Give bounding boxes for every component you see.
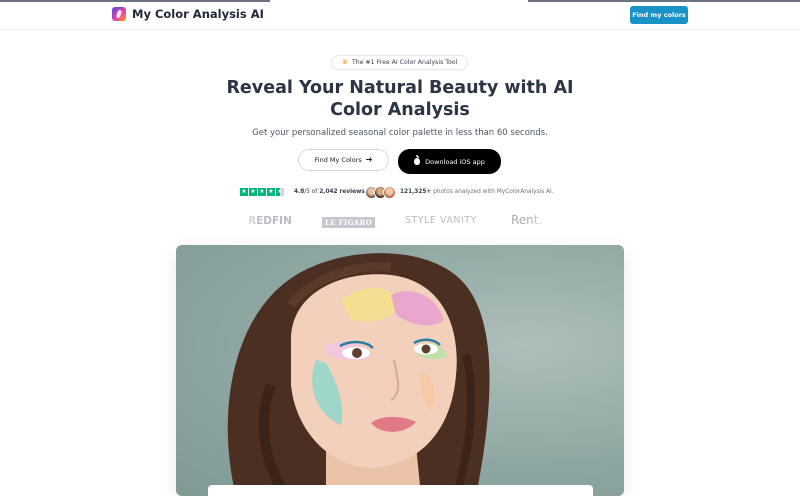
rating-suffix: /5 of: [304, 189, 318, 195]
top-tool-badge: ♛ The #1 Free AI Color Analysis Tool: [331, 55, 468, 70]
top-navigation: My Color Analysis AI Find my colors: [0, 0, 800, 30]
brand[interactable]: My Color Analysis AI: [112, 7, 264, 21]
crown-icon: ♛: [341, 58, 348, 66]
download-ios-app-button[interactable]: Download iOS app: [398, 149, 501, 174]
top-accent-line: [0, 0, 270, 2]
rating-value: 4.8: [294, 189, 305, 195]
subtitle: Get your personalized seasonal color pal…: [252, 128, 548, 138]
press-logo-le-figaro: LE FIGARO: [322, 217, 375, 228]
logo-fade-left: [240, 210, 260, 234]
photos-count: 121,325+: [400, 189, 432, 195]
star-icon: ★: [240, 188, 248, 196]
title-line-2: Color Analysis: [330, 100, 470, 120]
portrait-illustration: [227, 253, 490, 496]
badge-text: The #1 Free AI Color Analysis Tool: [352, 59, 458, 66]
result-card-peek: [208, 485, 593, 496]
logo-fade-right: [528, 210, 556, 234]
trustpilot-stars: ★ ★ ★ ★ ★: [240, 188, 284, 196]
find-my-colors-label: Find My Colors: [314, 156, 362, 164]
top-accent-line: [528, 0, 800, 2]
review-count: 2,042 reviews: [319, 189, 365, 195]
user-avatars: [365, 186, 396, 199]
find-my-colors-nav-button[interactable]: Find my colors: [630, 6, 688, 24]
arrow-right-icon: ➔: [365, 155, 373, 164]
star-icon: ★: [249, 188, 257, 196]
press-logo-style-vanity: STYLE VANITY: [405, 215, 477, 226]
title-line-1: Reveal Your Natural Beauty with AI: [226, 78, 574, 98]
photos-text: photos analyzed with MyColorAnalysis AI.: [433, 189, 554, 195]
find-my-colors-button[interactable]: Find My Colors ➔: [298, 149, 389, 171]
star-icon: ★: [258, 188, 266, 196]
photos-analyzed: 121,325+ photos analyzed with MyColorAna…: [400, 189, 554, 195]
download-ios-label: Download iOS app: [425, 157, 485, 166]
page-title: Reveal Your Natural Beauty with AI Color…: [200, 77, 600, 121]
rating-summary[interactable]: 4.8/5 of 2,042 reviews: [294, 189, 365, 195]
star-icon: ★: [267, 188, 275, 196]
press-logos: REDFIN LE FIGARO STYLE VANITY Rent.: [248, 213, 550, 233]
app-logo-icon: [112, 7, 126, 21]
star-half-icon: ★: [276, 188, 284, 196]
brand-name: My Color Analysis AI: [132, 7, 264, 21]
hero-image: [176, 245, 624, 496]
avatar: [383, 186, 396, 199]
apple-icon: [414, 155, 421, 165]
